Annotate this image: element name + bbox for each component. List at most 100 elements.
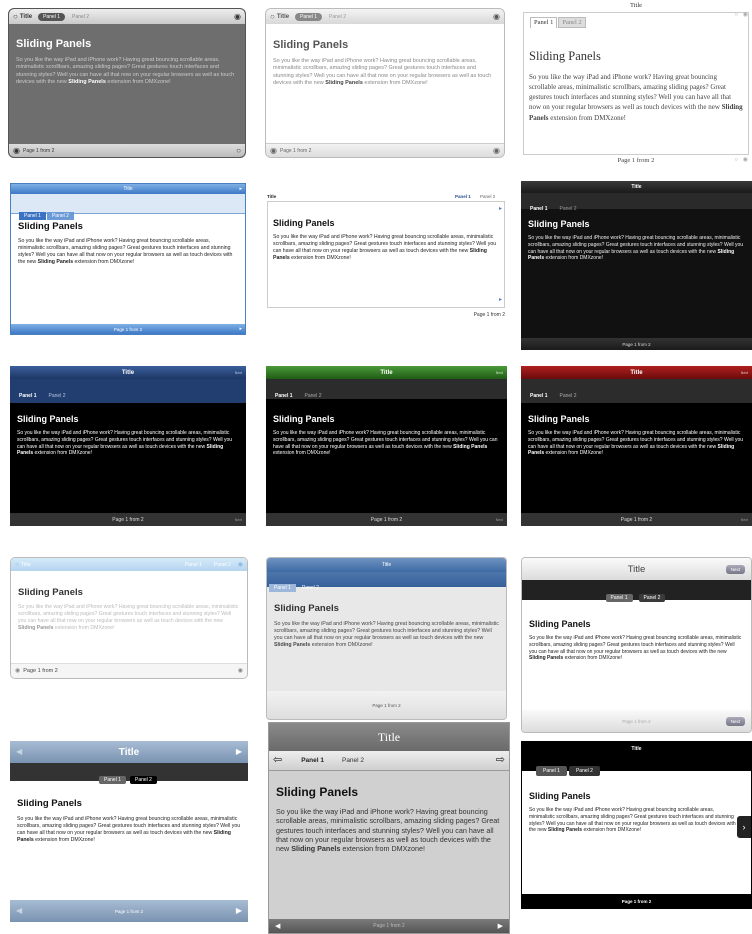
arrow-right-icon[interactable]: ⇨ [496,755,505,766]
title: Title [121,369,135,376]
page-indicator: Page 1 from 2 [112,516,144,523]
tab-panel-1[interactable]: Panel 1 [296,756,329,765]
title: Title [381,562,392,568]
page-indicator: Page 1 from 2 [622,341,651,347]
body-text: So you like the way iPad and iPhone work… [273,58,492,87]
title: Title [627,563,646,575]
heading: Sliding Panels [18,221,83,232]
chevron-right-icon[interactable]: ▸ [499,297,502,303]
tab-panel-2[interactable]: Panel 2 [558,17,586,28]
heading: Sliding Panels [529,619,591,629]
title: Title [118,746,140,758]
panel-dark-grey: ○ Title Panel 1 Panel 2 ◉ Sliding Panels… [8,8,246,158]
tab-panel-1[interactable]: Panel 1 [525,205,553,213]
tab-panel-2[interactable]: Panel 2 [297,584,324,592]
tab-panel-2[interactable]: Panel 2 [209,561,236,569]
body-text: So you like the way iPad and iPhone work… [273,430,498,457]
tab-panel-1[interactable]: Panel 1 [536,766,567,776]
page-indicator: Page 1 from 2 [473,312,505,318]
tab-panel-2[interactable]: Panel 2 [568,766,600,776]
tab-panel-2[interactable]: Panel 2 [44,392,71,400]
circle-icon[interactable]: ◉ [238,562,243,568]
circle-icon[interactable]: ◉ [238,668,243,674]
tab-panel-1[interactable]: Panel 1 [19,212,46,220]
panel-serif: Title Panel 1 Panel 2 Sliding Panels So … [520,0,752,170]
panel-red: Title Next Panel 1 Panel 2 Sliding Panels… [521,366,752,526]
tab-panel-2[interactable]: Panel 2 [300,392,327,400]
tab-panel-2[interactable]: Panel 2 [46,212,74,220]
panel-green: Title Next Panel 1 Panel 2 Sliding Panels… [266,366,507,526]
tab-panel-1[interactable]: Panel 1 [605,594,633,602]
heading: Sliding Panels [18,587,83,598]
tab-panel-1[interactable]: Panel 1 [270,392,298,400]
chevron-right-icon[interactable]: › [737,816,751,838]
tab-panel-1[interactable]: Panel 1 [295,12,323,21]
title: Title [19,13,33,20]
title: Title [267,194,277,199]
circle-icon[interactable]: ○ [13,12,18,21]
tab-panel-2[interactable]: Panel 2 [638,594,666,602]
tab-panel-1[interactable]: Panel 1 [99,776,126,784]
circle-icon[interactable]: ◉ [743,12,748,18]
sliding-panels-gallery: ○ Title Panel 1 Panel 2 ◉ Sliding Panels… [0,0,752,934]
panel-black: Title Panel 1 Panel 2 Sliding Panels So y… [521,181,752,350]
tab-panel-1[interactable]: Panel 1 [180,561,207,569]
circle-icon[interactable]: ○ [734,157,738,163]
tab-panel-2[interactable]: Panel 2 [555,392,582,400]
page-indicator: Page 1 from 2 [622,718,651,724]
tab-panel-1[interactable]: Panel 1 [14,392,42,400]
chevron-right-icon[interactable]: ▸ [499,206,502,212]
heading: Sliding Panels [273,39,349,51]
tab-panel-2[interactable]: Panel 2 [324,13,351,21]
panel-textured-grey: Title ⇦ Panel 1 Panel 2 ⇨ Sliding Panels… [268,722,510,934]
title: Title [123,186,133,192]
page-indicator: Page 1 from 2 [23,668,58,674]
page-indicator: Page 1 from 2 [373,923,405,929]
body-text: So you like the way iPad and iPhone work… [529,73,743,122]
circle-icon[interactable]: ○ [236,146,241,155]
page-indicator: Page 1 from 2 [114,908,144,914]
next-button[interactable]: Next [725,716,745,726]
tab-panel-2[interactable]: Panel 2 [67,13,94,21]
heading: Sliding Panels [528,414,590,424]
circle-icon[interactable]: ○ [734,12,738,18]
tab-panel-1[interactable]: Panel 1 [530,17,558,28]
circle-icon[interactable]: ○ [15,562,19,568]
tab-panel-1[interactable]: Panel 1 [269,584,296,592]
body-text: So you like the way iPad and iPhone work… [528,235,744,262]
body-text: So you like the way iPad and iPhone work… [528,430,744,457]
panel-light-blue: ○ Title Panel 1 Panel 2 ◉ Sliding Panels… [10,557,248,679]
tab-panel-1[interactable]: Panel 1 [455,194,471,199]
title: Title [631,184,642,190]
title: Title [629,2,643,9]
page-indicator: Page 1 from 2 [370,516,403,523]
tab-panel-2[interactable]: Panel 2 [555,205,582,213]
heading: Sliding Panels [17,798,82,809]
circle-icon[interactable]: ○ [270,12,275,21]
circle-icon[interactable]: ◉ [743,157,748,163]
panel-white: Title Panel 1 Panel 2 Sliding Panels So … [265,189,508,324]
body-text: So you like the way iPad and iPhone work… [17,430,233,457]
heading: Sliding Panels [274,603,339,614]
circle-icon[interactable]: ◉ [15,668,20,674]
tab-panel-2[interactable]: Panel 2 [480,194,495,199]
next-button[interactable]: Next [725,564,745,574]
page-indicator: Page 1 from 2 [22,147,55,154]
title: Title [276,13,290,20]
page-indicator: Page 1 from 2 [621,898,652,904]
panel-navy: Title Next Panel 1 Panel 2 Sliding Panels… [10,366,246,526]
panel-light-grey: ○ Title Panel 1 Panel 2 ◉ Sliding Panels… [265,8,505,158]
circle-icon[interactable]: ◉ [270,146,277,155]
tab-panel-1[interactable]: Panel 1 [525,392,553,400]
heading: Sliding Panels [276,785,359,799]
arrow-left-icon[interactable]: ⇦ [273,755,282,766]
tab-panel-1[interactable]: Panel 1 [38,12,66,21]
page-indicator: Page 1 from 2 [279,147,312,154]
circle-icon[interactable]: ◉ [493,146,500,155]
page-indicator: Page 1 from 2 [617,157,655,164]
tab-panel-2[interactable]: Panel 2 [337,756,369,765]
circle-icon[interactable]: ◉ [493,12,500,21]
circle-icon[interactable]: ◉ [234,12,241,21]
circle-icon[interactable]: ◉ [13,146,20,155]
tab-panel-2[interactable]: Panel 2 [130,776,157,784]
